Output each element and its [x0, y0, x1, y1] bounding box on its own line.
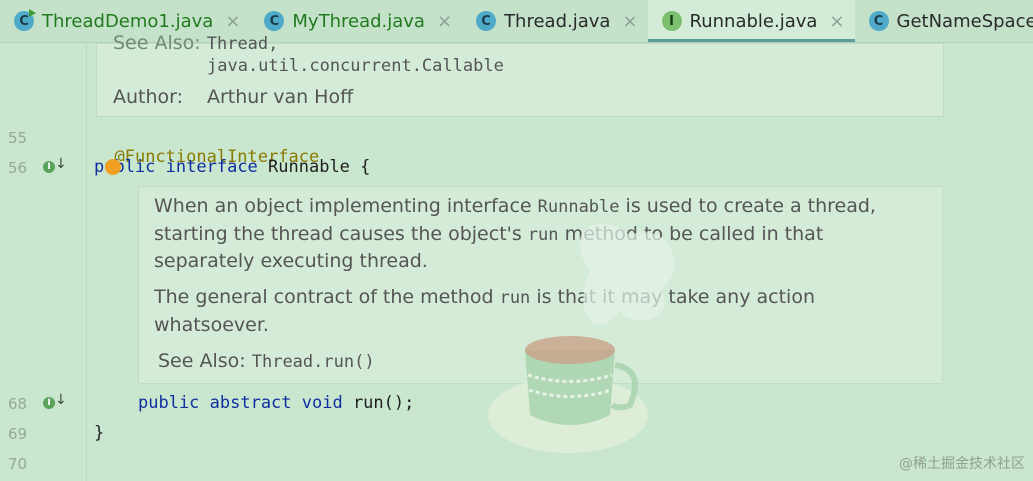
close-icon[interactable]: ×: [437, 11, 452, 32]
line-number: 70: [8, 455, 28, 473]
interface-icon: I: [661, 11, 682, 31]
method-signature: run();: [342, 393, 415, 413]
code-line-69[interactable]: }: [94, 423, 104, 443]
tab-label: MyThread.java: [292, 10, 425, 32]
doc-text: is that it may take any action: [530, 286, 815, 308]
keyword-public: public: [94, 157, 156, 177]
doc-paragraph-line: starting the thread causes the object's …: [154, 223, 823, 245]
tab-getnamespacemessage[interactable]: C GetNameSpaceMessage.class: [855, 0, 1033, 42]
implementations-icon[interactable]: I: [43, 397, 55, 409]
tab-label: ThreadDemo1.java: [42, 10, 214, 32]
keyword-interface: interface: [165, 157, 258, 177]
rendered-doc-comment: When an object implementing interface Ru…: [138, 186, 943, 384]
doc-text: The general contract of the method: [154, 286, 500, 308]
code-line-56[interactable]: public interface Runnable {: [94, 157, 370, 177]
close-icon[interactable]: ×: [225, 11, 240, 32]
doc-text: is used to create a thread,: [619, 195, 876, 217]
closing-brace: }: [94, 423, 105, 443]
close-icon[interactable]: ×: [622, 11, 637, 32]
tab-label: GetNameSpaceMessage.class: [896, 10, 1033, 32]
doc-code: Runnable: [537, 197, 620, 217]
class-icon: C: [868, 11, 889, 31]
callable-link[interactable]: java.util.concurrent.Callable: [207, 56, 504, 76]
doc-text: When an object implementing interface: [154, 195, 538, 217]
see-also-label: See Also: Thread,: [113, 32, 278, 54]
see-also-label: See Also:: [158, 350, 246, 372]
tab-mythread[interactable]: C MyThread.java ×: [250, 0, 462, 42]
doc-paragraph-line: The general contract of the method run i…: [154, 286, 815, 308]
watermark: @稀土掘金技术社区: [899, 456, 1025, 472]
doc-text: starting the thread causes the object's: [154, 223, 528, 245]
author-value: Arthur van Hoff: [207, 86, 354, 108]
class-run-icon: C: [14, 9, 36, 31]
lightbulb-icon[interactable]: [105, 159, 121, 175]
editor-gutter: 55 56 I ↓ 68 I ↓ 69 70: [0, 43, 87, 481]
see-also-label-text: See Also:: [113, 32, 201, 54]
close-icon[interactable]: ×: [829, 11, 844, 32]
tab-label: Runnable.java: [689, 10, 818, 32]
doc-code: run: [527, 225, 559, 245]
doc-paragraph-line: whatsoever.: [154, 314, 269, 336]
see-also-link[interactable]: Thread,: [207, 34, 279, 54]
rendered-doc-comment: See Also: Thread, java.util.concurrent.C…: [96, 32, 944, 117]
see-also-row: See Also: Thread.run(): [158, 350, 375, 372]
tab-thread[interactable]: C Thread.java ×: [462, 0, 647, 42]
keywords: public abstract void: [138, 393, 343, 413]
line-number: 56: [8, 159, 28, 177]
doc-paragraph-line: separately executing thread.: [154, 250, 428, 272]
see-also-link[interactable]: Thread.run(): [252, 352, 375, 372]
down-arrow-icon[interactable]: ↓: [55, 392, 67, 408]
line-number: 69: [8, 425, 28, 443]
line-number: 55: [8, 129, 28, 147]
doc-paragraph-line: When an object implementing interface Ru…: [154, 195, 876, 217]
class-icon: C: [264, 11, 285, 31]
implementations-icon[interactable]: I: [43, 161, 55, 173]
doc-text: method to be called in that: [558, 223, 824, 245]
line-number: 68: [8, 395, 28, 413]
author-label: Author:: [113, 86, 184, 108]
tab-runnable[interactable]: I Runnable.java ×: [647, 0, 855, 42]
doc-code: run: [499, 288, 531, 308]
tab-label: Thread.java: [504, 10, 611, 32]
down-arrow-icon[interactable]: ↓: [55, 156, 67, 172]
interface-name: Runnable {: [257, 157, 371, 177]
class-icon: C: [476, 11, 497, 31]
code-line-68[interactable]: public abstract void run();: [138, 393, 414, 413]
